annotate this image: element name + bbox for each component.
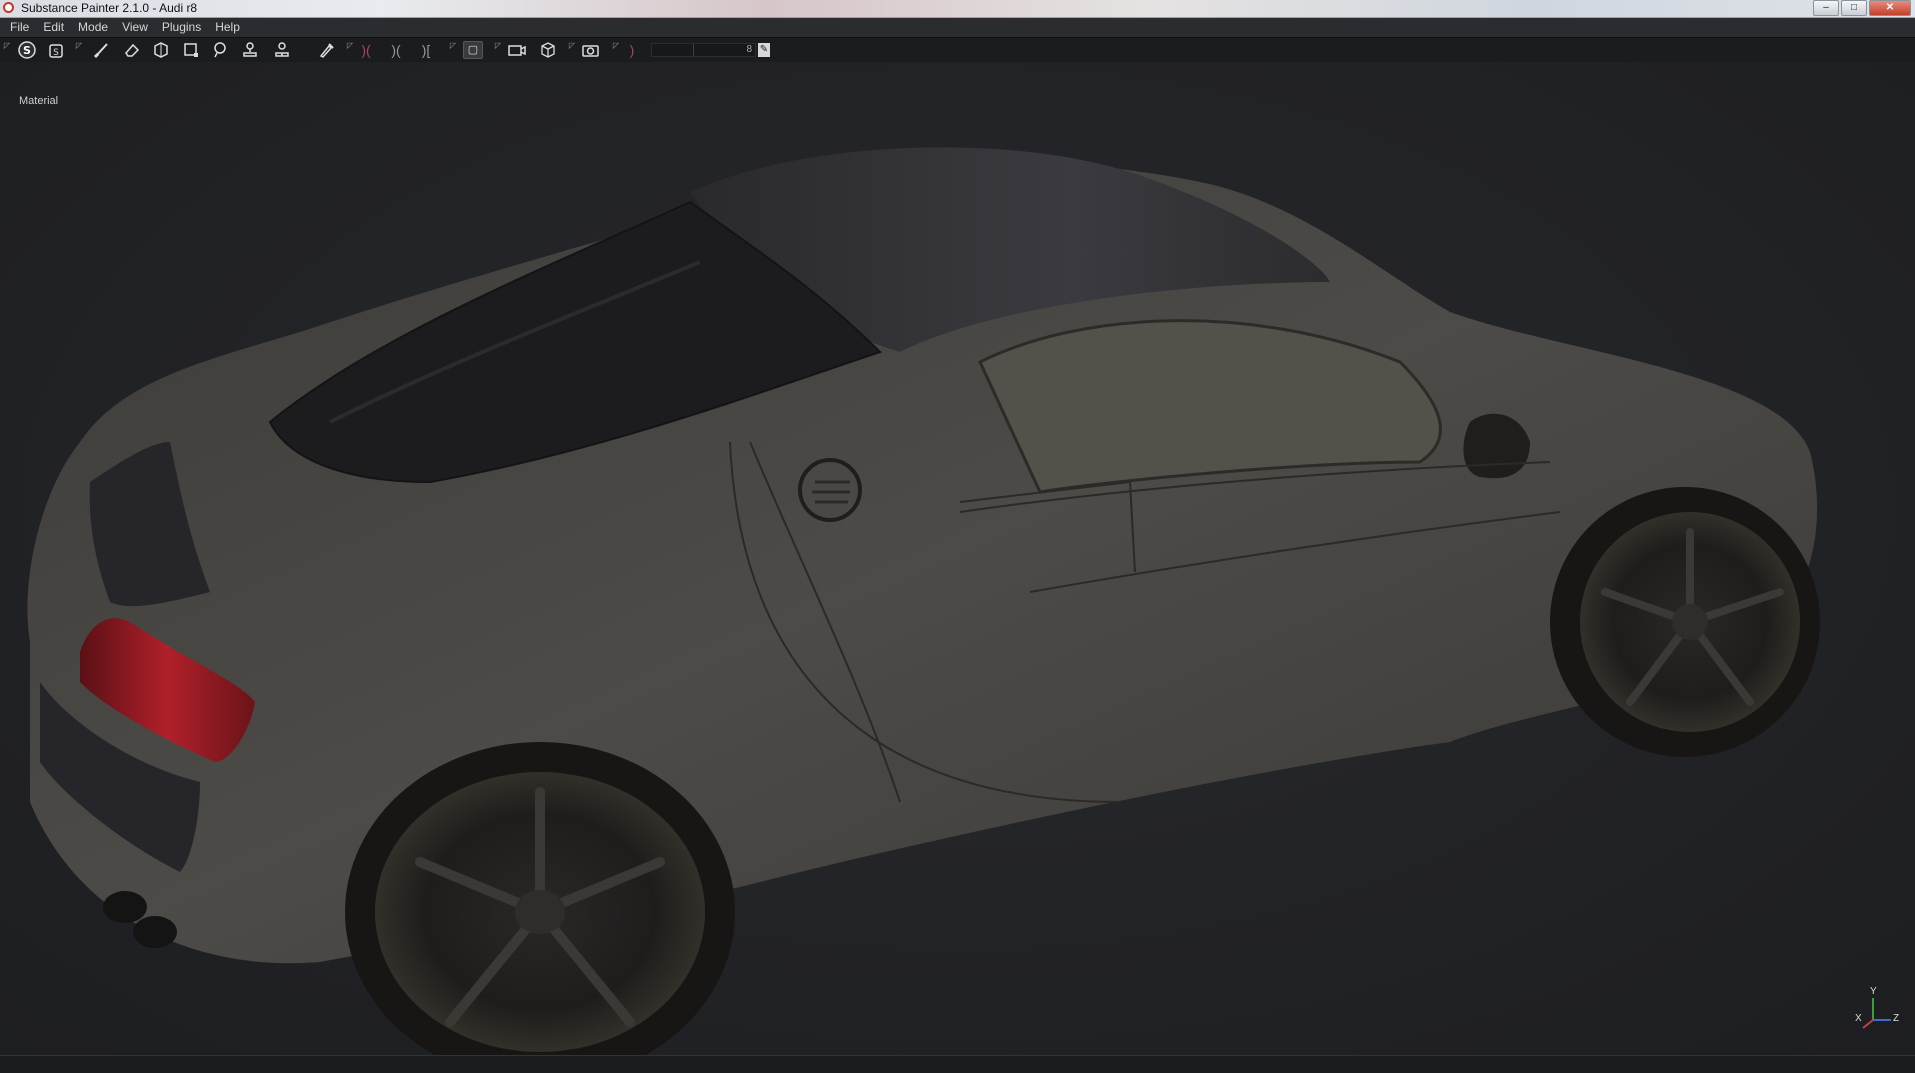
expand-icon[interactable]: ◸	[3, 40, 11, 58]
axis-label-x: X	[1855, 1013, 1862, 1024]
symmetry-icon-3[interactable]: )[	[416, 41, 436, 59]
screenshot-icon[interactable]	[581, 41, 601, 59]
paint-brush-icon[interactable]	[92, 41, 112, 59]
symmetry-icon-2[interactable]: )(	[386, 41, 406, 59]
expand-icon[interactable]: ◸	[568, 40, 576, 58]
slider-value: 8	[746, 44, 752, 55]
toolbar: ◸ S S ◸ ◸ )( )()[◸ ▢ ◸ ◸ ◸) 8 ✎	[0, 37, 1915, 63]
camera-view-icon[interactable]: ▢	[463, 41, 483, 59]
render-cube-icon[interactable]	[538, 41, 558, 59]
expand-icon[interactable]: ◸	[75, 40, 83, 58]
app-logo-icon	[3, 2, 14, 13]
menu-view[interactable]: View	[115, 18, 155, 37]
close-button[interactable]: ✕	[1869, 0, 1911, 16]
axis-label-y: Y	[1870, 986, 1877, 997]
expand-icon[interactable]: ◸	[494, 40, 502, 58]
clone-stamp-icon[interactable]	[240, 41, 260, 59]
camera-icon[interactable]	[507, 41, 527, 59]
bake-icon[interactable]: S	[46, 41, 66, 59]
fuel-cap	[798, 458, 862, 522]
menu-edit[interactable]: Edit	[36, 18, 71, 37]
brush-size-icon: )	[629, 42, 635, 58]
expand-icon[interactable]: ◸	[346, 40, 354, 58]
window-title: Substance Painter 2.1.0 - Audi r8	[21, 1, 198, 15]
front-wheel	[1550, 487, 1820, 757]
3d-viewport[interactable]: Material Y X Z	[0, 62, 1915, 1055]
pen-pressure-icon[interactable]: ✎	[758, 43, 770, 57]
color-picker-icon[interactable]	[316, 41, 336, 59]
maximize-button[interactable]: □	[1841, 0, 1867, 16]
projection-icon[interactable]	[151, 41, 171, 59]
eraser-icon[interactable]	[122, 41, 142, 59]
svg-text:S: S	[23, 44, 31, 57]
substance-painter-window: Substance Painter 2.1.0 - Audi r8 – □ ✕ …	[0, 0, 1915, 1073]
slider-divider	[693, 44, 694, 56]
smudge-icon[interactable]	[210, 41, 230, 59]
menu-help[interactable]: Help	[208, 18, 247, 37]
menu-plugins[interactable]: Plugins	[155, 18, 208, 37]
brush-size-slider[interactable]: 8	[651, 43, 756, 57]
expand-icon[interactable]: ◸	[612, 40, 620, 58]
status-bar	[0, 1055, 1915, 1073]
axis-label-z: Z	[1893, 1013, 1900, 1024]
menu-file[interactable]: File	[4, 18, 36, 37]
polygon-fill-icon[interactable]	[181, 41, 201, 59]
symmetry-icon-1[interactable]: )(	[356, 41, 376, 59]
menu-mode[interactable]: Mode	[71, 18, 115, 37]
car-model-render[interactable]	[0, 62, 1915, 1055]
window-controls: – □ ✕	[1813, 0, 1911, 16]
exhaust-right	[133, 916, 177, 948]
menu-bar: File Edit Mode View Plugins Help	[0, 18, 1915, 37]
minimize-button[interactable]: –	[1813, 0, 1839, 16]
material-picker-icon[interactable]	[272, 41, 292, 59]
title-bar: Substance Painter 2.1.0 - Audi r8 – □ ✕	[0, 0, 1915, 18]
exhaust-left	[103, 891, 147, 923]
substance-logo-icon[interactable]: S	[17, 41, 37, 59]
expand-icon[interactable]: ◸	[449, 40, 457, 58]
axis-gizmo: Y X Z	[1853, 980, 1903, 1030]
svg-text:S: S	[53, 48, 59, 58]
